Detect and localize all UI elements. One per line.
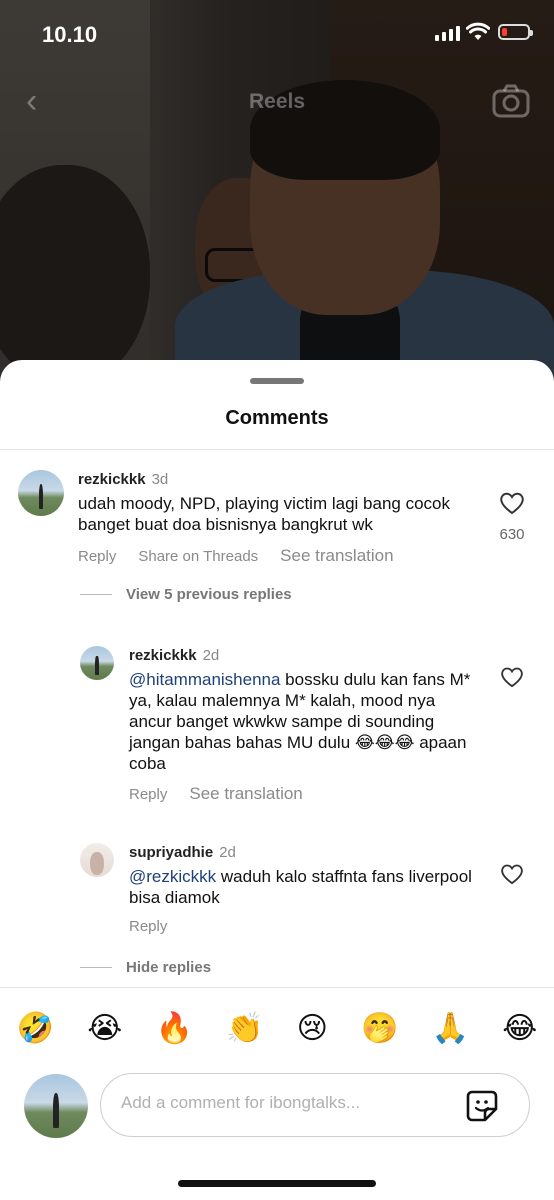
comment-composer	[100, 1073, 530, 1137]
reply-age: 2d	[219, 844, 236, 861]
avatar[interactable]	[80, 646, 114, 680]
reply-button[interactable]: Reply	[129, 918, 167, 935]
reels-top-nav: ‹ Reels	[0, 80, 554, 124]
reels-title: Reels	[248, 90, 306, 113]
sticker-icon[interactable]	[465, 1089, 499, 1123]
see-translation-button[interactable]: See translation	[189, 784, 302, 804]
comment-input[interactable]	[119, 1092, 453, 1114]
reply-username[interactable]: supriyadhie 2d	[129, 844, 236, 861]
current-user-avatar	[24, 1074, 88, 1138]
comment-text: udah moody, NPD, playing victim lagi ban…	[78, 494, 450, 534]
comment-age: 3d	[151, 471, 169, 488]
emoji-sad[interactable]: 😢	[297, 1011, 328, 1046]
reply-text: @rezkickkk waduh kalo staffnta fans live…	[129, 866, 477, 908]
header-divider	[0, 449, 554, 450]
battery-icon	[498, 24, 533, 40]
sheet-drag-handle[interactable]	[250, 378, 304, 384]
reply-actions: Reply	[129, 918, 167, 935]
cellular-signal-icon	[435, 26, 460, 41]
reply-button[interactable]: Reply	[129, 786, 167, 803]
sheet-title: Comments	[225, 407, 329, 429]
emoji-fire[interactable]: 🔥	[155, 1011, 192, 1046]
camera-icon[interactable]	[492, 84, 530, 118]
status-time: 10.10	[42, 22, 98, 47]
hide-replies[interactable]: Hide replies	[80, 959, 211, 976]
status-bar: 10.10	[0, 0, 554, 70]
emoji-crying[interactable]: 😭	[87, 1011, 122, 1046]
heart-icon[interactable]	[500, 863, 524, 885]
see-translation-button[interactable]: See translation	[280, 546, 393, 566]
mention-link[interactable]: @hitammanishenna	[129, 670, 280, 689]
comment-username[interactable]: rezkickkk 3d	[78, 471, 168, 488]
share-on-threads-button[interactable]: Share on Threads	[138, 548, 258, 565]
emoji-rofl[interactable]: 🤣	[17, 1011, 54, 1046]
hide-replies-label: Hide replies	[126, 959, 212, 976]
home-indicator	[178, 1180, 376, 1187]
view-previous-replies[interactable]: View 5 previous replies	[80, 586, 292, 603]
emoji-hand-over-mouth[interactable]: 🤭	[361, 1011, 398, 1046]
emoji-pray[interactable]: 🙏	[432, 1011, 469, 1046]
heart-icon[interactable]	[500, 666, 524, 688]
avatar[interactable]	[18, 470, 64, 516]
reply-text: @hitammanishenna bossku dulu kan fans M*…	[129, 669, 477, 774]
comments-sheet: Comments rezkickkk 3d udah moody, NPD, pl…	[0, 360, 554, 1200]
heart-icon[interactable]	[499, 491, 525, 515]
reply-button[interactable]: Reply	[78, 548, 116, 565]
avatar[interactable]	[80, 843, 114, 877]
emoji-divider	[0, 987, 554, 988]
emoji-joy[interactable]: 😂	[502, 1011, 537, 1046]
comment-actions: Reply Share on Threads See translation	[78, 546, 394, 566]
emoji-clap[interactable]: 👏	[226, 1011, 263, 1046]
like-count: 630	[499, 526, 525, 543]
reply-actions: Reply See translation	[129, 784, 303, 804]
view-previous-replies-label: View 5 previous replies	[126, 586, 292, 603]
reply-username[interactable]: rezkickkk 2d	[129, 647, 219, 664]
wifi-icon	[466, 22, 490, 40]
reply-age: 2d	[202, 647, 220, 664]
mention-link[interactable]: @rezkickkk	[129, 867, 216, 886]
emoji-quick-bar: 🤣 😭 🔥 👏 😢 🤭 🙏 😂	[0, 1000, 554, 1056]
